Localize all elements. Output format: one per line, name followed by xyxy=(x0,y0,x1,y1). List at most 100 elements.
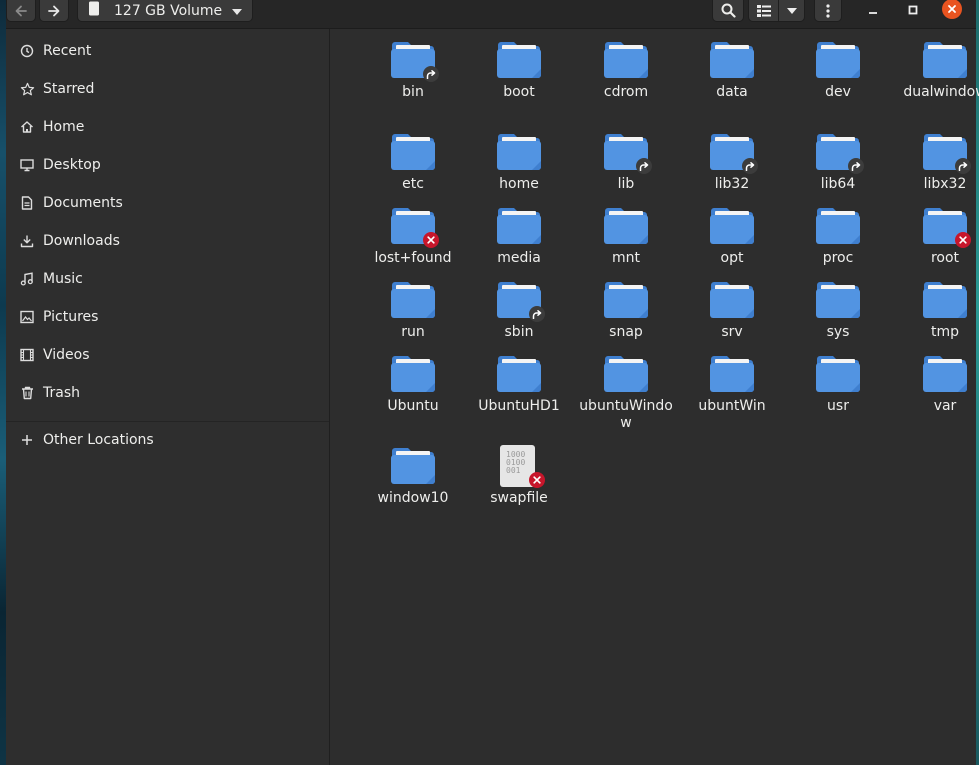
desktop-icon xyxy=(19,157,35,173)
folder-icon xyxy=(496,206,542,246)
folder-item[interactable]: ubuntWin xyxy=(682,354,782,415)
sidebar-item-pictures[interactable]: Pictures xyxy=(6,300,329,334)
location-path-button[interactable]: 127 GB Volume xyxy=(77,0,253,22)
folder-item[interactable]: lib xyxy=(576,132,676,193)
sidebar-item-label: Recent xyxy=(43,43,92,59)
sidebar-item-trash[interactable]: Trash xyxy=(6,376,329,410)
sidebar-item-label: Music xyxy=(43,271,83,287)
sidebar-item-label: Documents xyxy=(43,195,123,211)
folder-item[interactable]: srv xyxy=(682,280,782,341)
chevron-down-icon xyxy=(232,3,242,19)
item-name-label: mnt xyxy=(612,250,640,266)
folder-item[interactable]: run xyxy=(363,280,463,341)
folder-item[interactable]: bin xyxy=(363,40,463,101)
folder-item[interactable]: tmp xyxy=(895,280,979,341)
drive-icon xyxy=(88,1,100,20)
folder-icon xyxy=(390,280,436,320)
item-name-label: var xyxy=(933,398,957,414)
folder-item[interactable]: dualwindow xyxy=(895,40,979,101)
item-name-label: dualwindow xyxy=(903,84,979,100)
folder-item[interactable]: home xyxy=(469,132,569,193)
folder-item[interactable]: etc xyxy=(363,132,463,193)
folder-item[interactable]: mnt xyxy=(576,206,676,267)
folder-icon xyxy=(390,446,436,486)
close-button[interactable] xyxy=(940,0,964,19)
maximize-button[interactable] xyxy=(901,0,925,18)
folder-item[interactable]: sys xyxy=(788,280,888,341)
folder-item[interactable]: lib64 xyxy=(788,132,888,193)
folder-item[interactable]: window10 xyxy=(363,446,463,507)
item-name-label: snap xyxy=(609,324,643,340)
symlink-emblem-icon xyxy=(423,66,439,82)
folder-icon xyxy=(390,354,436,394)
sidebar-item-music[interactable]: Music xyxy=(6,262,329,296)
sidebar-item-label: Downloads xyxy=(43,233,120,249)
sidebar-item-videos[interactable]: Videos xyxy=(6,338,329,372)
search-button[interactable] xyxy=(712,0,744,22)
main-menu-button[interactable] xyxy=(814,0,842,22)
folder-item[interactable]: lost+found xyxy=(363,206,463,267)
item-name-label: boot xyxy=(503,84,535,100)
folder-item[interactable]: lib32 xyxy=(682,132,782,193)
file-item[interactable]: 1000 0100 001 swapfile xyxy=(469,445,569,507)
unreadable-emblem-icon xyxy=(955,232,971,248)
forward-button[interactable] xyxy=(39,0,69,22)
view-toggle-button[interactable] xyxy=(748,0,779,22)
folder-icon xyxy=(603,132,652,174)
folder-item[interactable]: data xyxy=(682,40,782,101)
symlink-emblem-icon xyxy=(636,158,652,174)
item-name-label: media xyxy=(497,250,541,266)
sidebar-item-documents[interactable]: Documents xyxy=(6,186,329,220)
home-icon xyxy=(19,119,35,135)
minimize-button[interactable] xyxy=(861,0,885,18)
folder-item[interactable]: opt xyxy=(682,206,782,267)
sidebar-item-label: Home xyxy=(43,119,85,135)
folder-icon xyxy=(496,280,545,322)
item-name-label: home xyxy=(499,176,539,192)
item-name-label: libx32 xyxy=(923,176,967,192)
folder-item[interactable]: libx32 xyxy=(895,132,979,193)
folder-item[interactable]: snap xyxy=(576,280,676,341)
folder-icon xyxy=(603,40,649,80)
trash-icon xyxy=(19,385,35,401)
item-name-label: etc xyxy=(402,176,424,192)
folder-item[interactable]: UbuntuHD1 xyxy=(469,354,569,415)
folder-item[interactable]: sbin xyxy=(469,280,569,341)
arrow-right-icon xyxy=(47,4,61,18)
folder-icon xyxy=(709,206,755,246)
view-options-button[interactable] xyxy=(778,0,805,22)
item-name-label: data xyxy=(716,84,748,100)
star-icon xyxy=(19,81,35,97)
sidebar-item-label: Desktop xyxy=(43,157,101,173)
folder-icon xyxy=(815,206,861,246)
sidebar-item-recent[interactable]: Recent xyxy=(6,34,329,68)
sidebar-item-home[interactable]: Home xyxy=(6,110,329,144)
list-view-icon xyxy=(756,4,771,17)
folder-item[interactable]: usr xyxy=(788,354,888,415)
back-button[interactable] xyxy=(6,0,36,22)
folder-item[interactable]: cdrom xyxy=(576,40,676,101)
sidebar-item-starred[interactable]: Starred xyxy=(6,72,329,106)
folder-item[interactable]: root xyxy=(895,206,979,267)
folder-item[interactable]: ubuntuWindow xyxy=(576,354,676,432)
folder-icon xyxy=(603,206,649,246)
folder-icon xyxy=(496,132,542,172)
folder-icon xyxy=(709,280,755,320)
item-name-label: bin xyxy=(402,84,424,100)
sidebar-separator xyxy=(6,421,329,422)
binary-file-icon: 1000 0100 001 xyxy=(496,445,545,488)
folder-icon xyxy=(390,40,439,82)
close-icon xyxy=(942,0,962,19)
folder-item[interactable]: proc xyxy=(788,206,888,267)
sidebar-item-desktop[interactable]: Desktop xyxy=(6,148,329,182)
folder-item[interactable]: var xyxy=(895,354,979,415)
folder-item[interactable]: dev xyxy=(788,40,888,101)
sidebar-item-other-locations[interactable]: Other Locations xyxy=(6,423,329,457)
sidebar-item-downloads[interactable]: Downloads xyxy=(6,224,329,258)
item-name-label: dev xyxy=(825,84,851,100)
folder-icon xyxy=(709,354,755,394)
folder-item[interactable]: media xyxy=(469,206,569,267)
folder-item[interactable]: Ubuntu xyxy=(363,354,463,415)
item-name-label: sys xyxy=(826,324,850,340)
folder-item[interactable]: boot xyxy=(469,40,569,101)
